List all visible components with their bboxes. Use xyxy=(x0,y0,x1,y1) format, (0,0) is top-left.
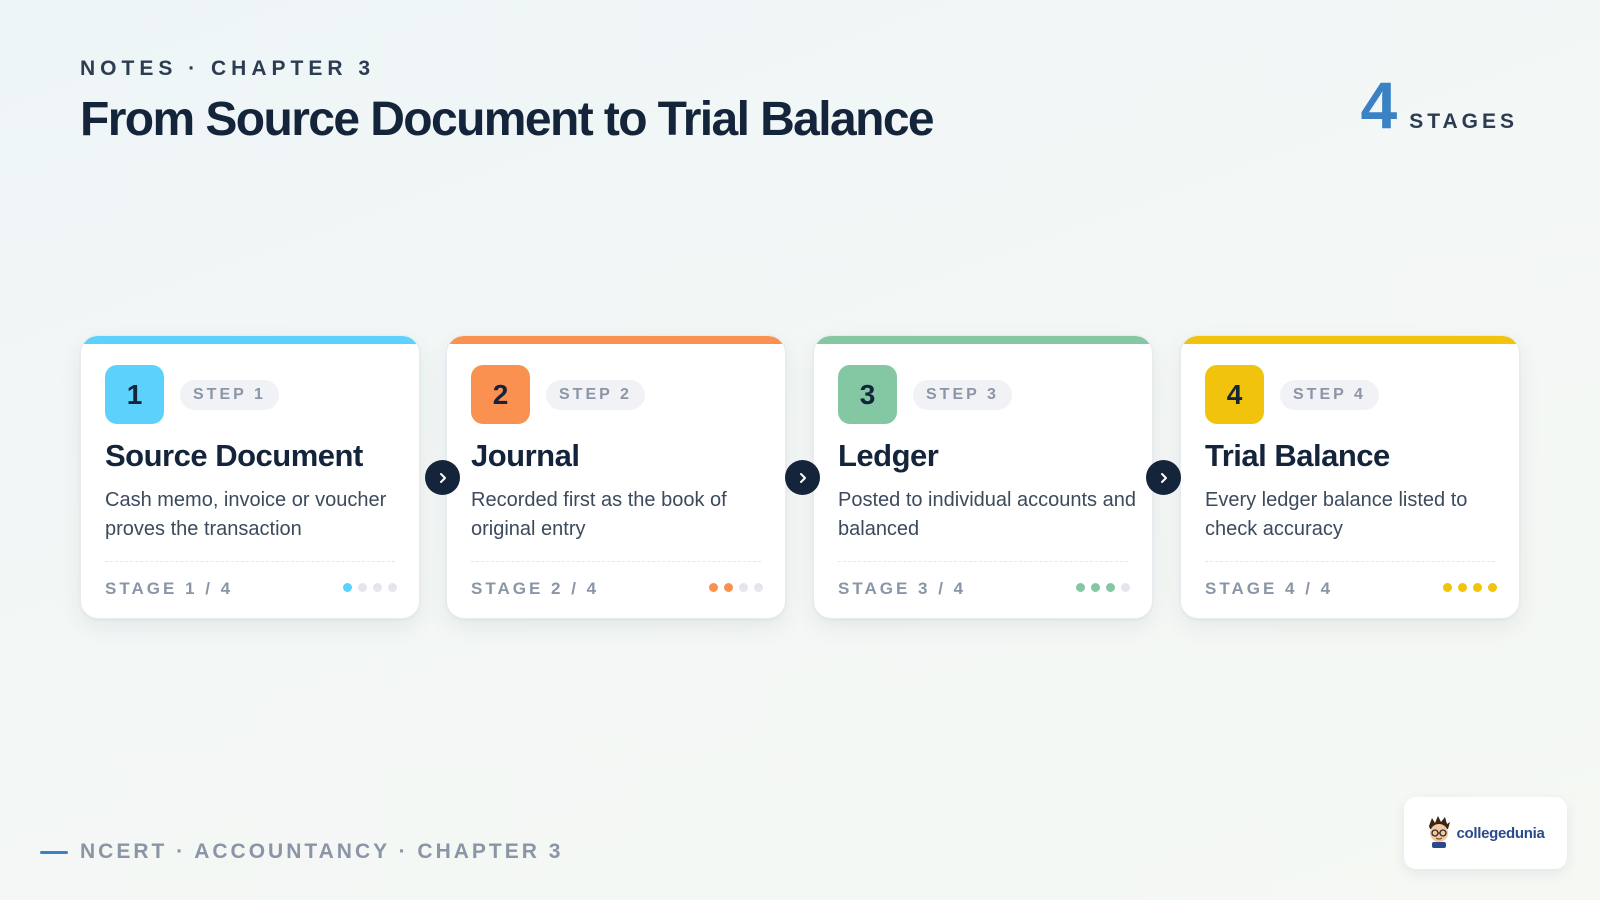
page-footer: NCERT · ACCOUNTANCY · CHAPTER 3 xyxy=(40,840,563,864)
progress-dots xyxy=(1443,583,1497,592)
card-divider xyxy=(105,561,395,562)
progress-dot-empty xyxy=(388,583,397,592)
progress-dot-filled xyxy=(1106,583,1115,592)
step-number-badge: 2 xyxy=(471,365,530,424)
page-title: From Source Document to Trial Balance xyxy=(80,93,935,146)
stage-count-number: 4 xyxy=(1360,68,1398,142)
step-card-ledger: 3 STEP 3 Ledger Posted to individual acc… xyxy=(813,335,1153,619)
chevron-right-icon xyxy=(1146,460,1181,495)
progress-dots xyxy=(1076,583,1130,592)
step-title: Source Document xyxy=(105,438,363,473)
step-pill: STEP 1 xyxy=(180,380,279,410)
progress-dots xyxy=(709,583,763,592)
logo-wordmark: collegedunia xyxy=(1456,824,1545,842)
stage-label: STAGE 4 / 4 xyxy=(1205,579,1334,598)
card-accent-bar xyxy=(1181,336,1519,344)
progress-dot-empty xyxy=(739,583,748,592)
stage-label: STAGE 3 / 4 xyxy=(838,579,967,598)
progress-dot-filled xyxy=(1091,583,1100,592)
stage-count-label: STAGES xyxy=(1409,110,1518,133)
progress-dot-filled xyxy=(1458,583,1467,592)
progress-dot-filled xyxy=(343,583,352,592)
step-card-journal: 2 STEP 2 Journal Recorded first as the b… xyxy=(446,335,786,619)
progress-dot-filled xyxy=(1473,583,1482,592)
step-card-trial-balance: 4 STEP 4 Trial Balance Every ledger bala… xyxy=(1180,335,1520,619)
progress-dot-empty xyxy=(358,583,367,592)
step-description: Posted to individual accounts and balanc… xyxy=(838,489,1136,540)
progress-dot-filled xyxy=(709,583,718,592)
step-title: Journal xyxy=(471,438,580,473)
stage-label: STAGE 2 / 4 xyxy=(471,579,600,598)
card-divider xyxy=(1205,561,1495,562)
mascot-icon xyxy=(1426,814,1452,853)
progress-dot-empty xyxy=(754,583,763,592)
stage-label: STAGE 1 / 4 xyxy=(105,579,234,598)
progress-dot-filled xyxy=(1488,583,1497,592)
step-description: Recorded first as the book of original e… xyxy=(471,489,727,540)
brand-logo: collegedunia xyxy=(1404,797,1567,869)
step-number-badge: 4 xyxy=(1205,365,1264,424)
stage-count: 4 STAGES xyxy=(1360,72,1518,138)
progress-dot-filled xyxy=(1076,583,1085,592)
card-accent-bar xyxy=(447,336,785,344)
step-pill: STEP 4 xyxy=(1280,380,1379,410)
progress-dot-empty xyxy=(1121,583,1130,592)
progress-dot-empty xyxy=(373,583,382,592)
card-accent-bar xyxy=(814,336,1152,344)
footer-rule xyxy=(40,850,68,854)
progress-dot-filled xyxy=(724,583,733,592)
card-divider xyxy=(838,561,1128,562)
chevron-right-icon xyxy=(425,460,460,495)
progress-dot-filled xyxy=(1443,583,1452,592)
step-title: Ledger xyxy=(838,438,939,473)
step-pill: STEP 2 xyxy=(546,380,645,410)
card-divider xyxy=(471,561,761,562)
progress-dots xyxy=(343,583,397,592)
step-description: Cash memo, invoice or voucher proves the… xyxy=(105,489,387,540)
step-pill: STEP 3 xyxy=(913,380,1012,410)
eyebrow-label: NOTES · CHAPTER 3 xyxy=(80,57,376,80)
chevron-right-icon xyxy=(785,460,820,495)
step-title: Trial Balance xyxy=(1205,438,1390,473)
step-number-badge: 1 xyxy=(105,365,164,424)
footer-text: NCERT · ACCOUNTANCY · CHAPTER 3 xyxy=(80,840,564,863)
step-description: Every ledger balance listed to check acc… xyxy=(1205,489,1468,540)
step-card-source-document: 1 STEP 1 Source Document Cash memo, invo… xyxy=(80,335,420,619)
step-number-badge: 3 xyxy=(838,365,897,424)
card-accent-bar xyxy=(81,336,419,344)
